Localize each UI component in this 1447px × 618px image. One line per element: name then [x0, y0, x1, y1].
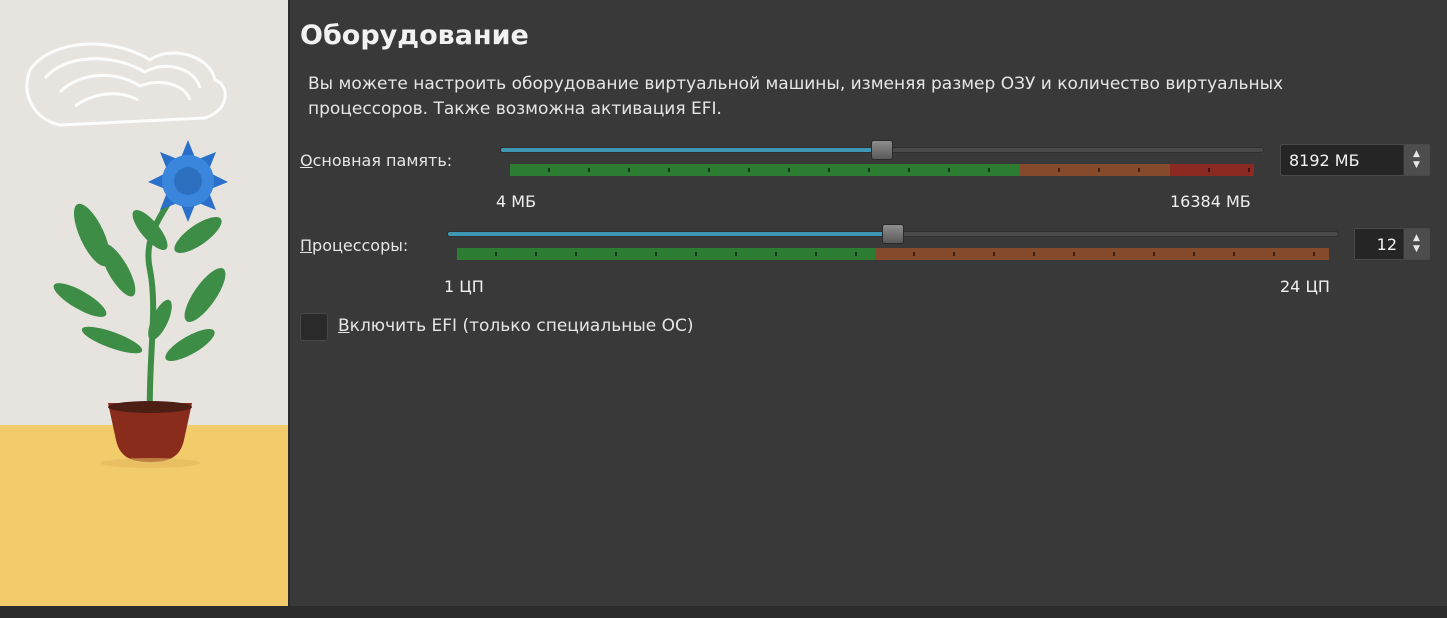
memory-spinbox[interactable]: 8192 МБ ▲ ▼ — [1280, 144, 1430, 176]
wizard-illustration — [0, 0, 290, 606]
memory-slider-fill — [501, 148, 882, 152]
memory-scale-danger — [1170, 164, 1254, 176]
page-description: Вы можете настроить оборудование виртуал… — [308, 74, 1284, 119]
processors-scale — [457, 248, 1329, 260]
memory-scale-warning — [1020, 164, 1170, 176]
memory-max-label: 16384 МБ — [1170, 192, 1251, 211]
processors-label-mnemonic: П — [300, 236, 313, 255]
processors-label: Процессоры: — [300, 236, 408, 255]
processors-spinbox-value: 12 — [1376, 235, 1397, 254]
memory-scale-recommended — [510, 164, 1020, 176]
processors-label-text: роцессоры: — [312, 236, 409, 255]
potted-flower-illustration — [0, 0, 288, 606]
processors-spinbox[interactable]: 12 ▲ ▼ — [1354, 228, 1430, 260]
spin-down-arrow-icon[interactable]: ▼ — [1413, 160, 1420, 171]
hardware-panel: Оборудование Вы можете настроить оборудо… — [290, 0, 1447, 606]
processors-scale-warning — [875, 248, 1329, 260]
efi-checkbox[interactable] — [300, 313, 328, 341]
processors-max-label: 24 ЦП — [1280, 277, 1330, 296]
efi-checkbox-label[interactable]: Включить EFI (только специальные ОС) — [338, 316, 694, 336]
memory-label-text: сновная память: — [312, 151, 453, 170]
page-title: Оборудование — [300, 20, 529, 51]
processors-slider-handle[interactable] — [882, 224, 904, 244]
spin-down-arrow-icon[interactable]: ▼ — [1413, 244, 1420, 255]
memory-label: Основная память: — [300, 151, 452, 170]
efi-label-text: ключить EFI (только специальные ОС) — [349, 316, 694, 336]
processors-slider-fill — [448, 232, 893, 236]
bottom-edge — [0, 606, 1447, 618]
memory-spinbox-arrows[interactable]: ▲ ▼ — [1403, 145, 1429, 175]
processors-scale-recommended — [457, 248, 875, 260]
memory-spinbox-value: 8192 МБ — [1289, 151, 1360, 170]
spin-up-arrow-icon[interactable]: ▲ — [1413, 233, 1420, 244]
memory-label-mnemonic: О — [300, 151, 313, 170]
spin-up-arrow-icon[interactable]: ▲ — [1413, 149, 1420, 160]
processors-spinbox-arrows[interactable]: ▲ ▼ — [1403, 229, 1429, 259]
memory-slider-handle[interactable] — [871, 140, 893, 160]
memory-min-label: 4 МБ — [496, 192, 537, 211]
memory-scale — [510, 164, 1254, 176]
processors-min-label: 1 ЦП — [444, 277, 484, 296]
efi-label-mnemonic: В — [338, 316, 350, 336]
wizard-page: Оборудование Вы можете настроить оборудо… — [0, 0, 1447, 618]
